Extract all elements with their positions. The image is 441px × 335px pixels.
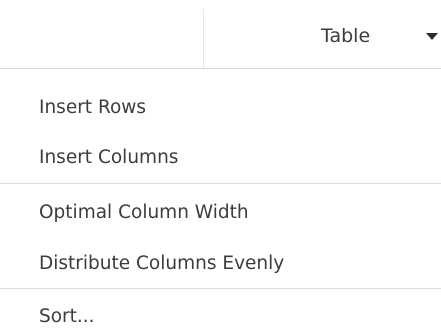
menu-item-distribute-columns-evenly[interactable]: Distribute Columns Evenly [0,246,441,282]
menu-item-optimal-column-width[interactable]: Optimal Column Width [0,195,441,231]
menu-item-label: Distribute Columns Evenly [39,253,285,274]
toolbar-separator [203,9,204,68]
menu-item-label: Insert Rows [39,97,147,118]
menu-separator [0,288,441,289]
table-menu-button[interactable]: Table [300,18,441,54]
dropdown-arrow-icon [426,33,438,40]
table-dropdown-menu: Insert Rows Insert Columns Optimal Colum… [0,68,441,331]
menu-item-label: Insert Columns [39,147,179,168]
menu-item-sort[interactable]: Sort... [0,299,441,335]
menu-separator [0,183,441,184]
menu-item-label: Sort... [39,306,95,327]
menu-item-insert-rows[interactable]: Insert Rows [0,90,441,126]
menu-item-insert-columns[interactable]: Insert Columns [0,140,441,176]
table-menu-label: Table [321,25,371,47]
toolbar: Table [0,0,441,68]
menu-item-label: Optimal Column Width [39,202,249,223]
